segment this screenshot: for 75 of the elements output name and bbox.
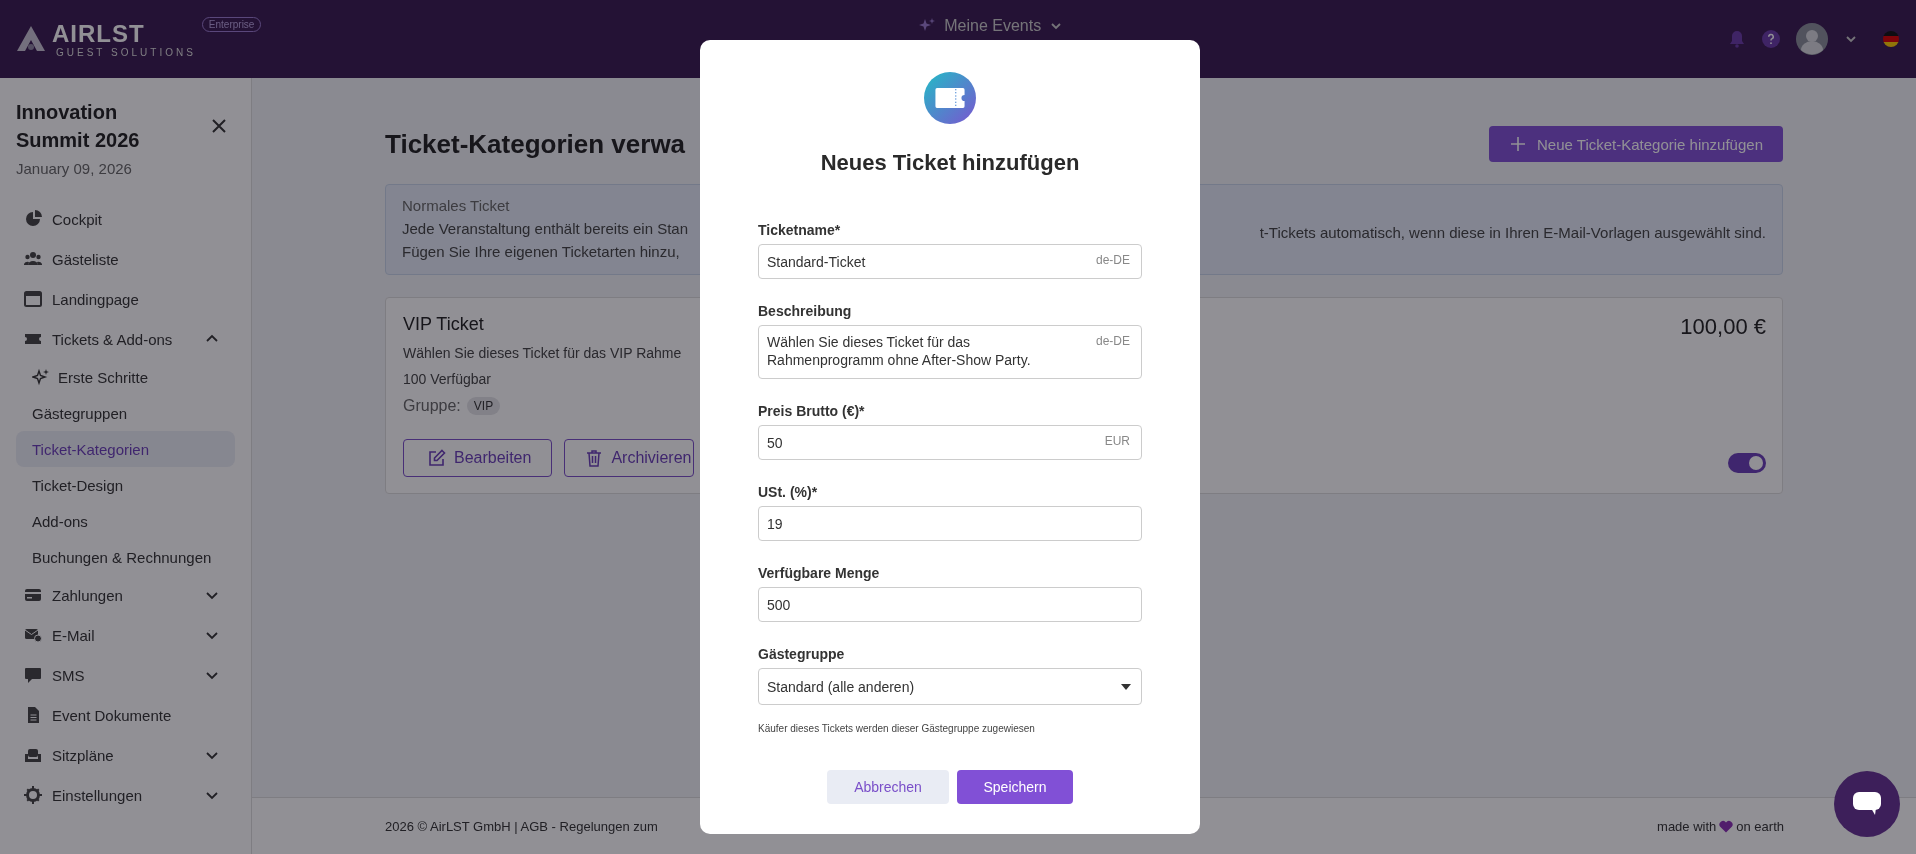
credit-card-icon	[24, 586, 42, 604]
plus-icon	[1509, 135, 1527, 153]
caret-icon	[1121, 683, 1131, 690]
info-text: Jede Veranstaltung enthält bereits ein Stan	[402, 220, 689, 237]
sidebar-subitem[interactable]: Ticket-Design	[16, 467, 235, 503]
edit-button[interactable]: Bearbeiten	[403, 439, 553, 477]
sidebar-item[interactable]: Cockpit	[16, 199, 235, 239]
ticket-price: 100,00 €	[1680, 314, 1766, 340]
field-label: Verfügbare Menge	[758, 565, 881, 581]
unit-label: EUR	[1104, 434, 1130, 448]
sidebar-item[interactable]: SMS	[16, 655, 235, 695]
sidebar-item[interactable]: E-Mail	[16, 615, 235, 655]
copyright-text: 2026 © AirLST GmbH | AGB - Regelungen zum	[385, 818, 658, 834]
logo-tagline: GUEST SOLUTIONS	[56, 46, 196, 58]
archive-button[interactable]: Archivieren	[564, 439, 695, 477]
armchair-icon	[24, 746, 42, 764]
sidebar-item[interactable]: Gästeliste	[16, 239, 235, 279]
field-label: Preis Brutto (€)*	[758, 403, 866, 419]
sidebar-subitem[interactable]: Buchungen & Rechnungen	[16, 539, 235, 575]
sidebar-item[interactable]: Zahlungen	[16, 575, 235, 615]
ticket-name: VIP Ticket	[403, 314, 485, 335]
field-label: Beschreibung	[758, 303, 853, 319]
sidebar-subitem[interactable]: Gästegruppen	[16, 395, 235, 431]
dropdown[interactable]: Standard (alle anderen)	[758, 668, 1142, 705]
sidebar-subitem[interactable]: Ticket-Kategorien	[16, 431, 235, 467]
avatar[interactable]	[1796, 23, 1828, 55]
field-label: Ticketname*	[758, 222, 842, 238]
sparkle-icon	[32, 368, 50, 386]
mail-icon	[24, 626, 42, 644]
event-date: January 09, 2026	[16, 160, 133, 177]
gear-icon	[24, 786, 42, 804]
close-icon[interactable]	[211, 118, 227, 134]
sidebar-item[interactable]: Einstellungen	[16, 775, 235, 815]
sidebar-subitem[interactable]: Erste Schritte	[16, 359, 235, 395]
help-icon[interactable]	[1762, 30, 1780, 48]
input-field[interactable]: 500	[758, 587, 1142, 622]
dialog-title: Neues Ticket hinzufügen	[819, 150, 1081, 176]
edit-icon	[428, 449, 446, 467]
group-label: Gruppe:	[403, 397, 461, 415]
events-menu[interactable]: Meine Events	[918, 13, 1072, 39]
browser-window-icon	[24, 290, 42, 308]
info-heading: Normales Ticket	[402, 197, 511, 214]
info-text: Fügen Sie Ihre eigenen Ticketarten hinzu,	[402, 243, 681, 260]
group-tag: VIP	[466, 397, 501, 415]
pie-chart-icon	[24, 210, 42, 228]
info-text: t-Tickets automatisch, wenn diese in Ihren E-Mail-Vorlagen ausgewählt sind.	[1259, 224, 1766, 241]
footer-text: made with	[1657, 818, 1717, 834]
logo-icon	[16, 25, 46, 53]
event-title: Innovation Summit 2026	[16, 100, 141, 153]
field-hint: Käufer dieses Tickets werden dieser Gästegruppe zugewiesen	[758, 723, 1036, 734]
add-category-button[interactable]: Neue Ticket-Kategorie hinzufügen	[1489, 126, 1783, 162]
active-toggle[interactable]	[1728, 453, 1766, 473]
sidebar-item[interactable]: Tickets & Add-ons	[16, 319, 235, 359]
field-label: USt. (%)*	[758, 484, 819, 500]
unit-label: de-DE	[1096, 253, 1130, 267]
input-field[interactable]: 19	[758, 506, 1142, 541]
trash-icon	[585, 449, 604, 467]
sidebar-item[interactable]: Sitzpläne	[16, 735, 235, 775]
flag-icon[interactable]	[1882, 30, 1900, 48]
ticket-description: Wählen Sie dieses Ticket für das VIP Rahme	[403, 345, 683, 361]
save-button[interactable]: Speichern	[957, 770, 1073, 804]
heart-icon	[1719, 819, 1734, 833]
page-title: Ticket-Kategorien verwa	[385, 128, 686, 160]
speech-bubble-icon	[1853, 792, 1881, 816]
chat-icon	[24, 666, 42, 684]
users-icon	[24, 250, 42, 268]
sidebar-subitem[interactable]: Add-ons	[16, 503, 235, 539]
unit-label: de-DE	[1096, 334, 1130, 348]
field-label: Gästegruppe	[758, 646, 846, 662]
cancel-button[interactable]: Abbrechen	[827, 770, 949, 804]
ticket-availability: 100 Verfügbar	[403, 371, 492, 387]
footer-text: on earth	[1736, 818, 1784, 834]
sidebar-item[interactable]: Landingpage	[16, 279, 235, 319]
sidebar-item[interactable]: Event Dokumente	[16, 695, 235, 735]
logo-wordmark: AIRLST	[52, 20, 146, 47]
